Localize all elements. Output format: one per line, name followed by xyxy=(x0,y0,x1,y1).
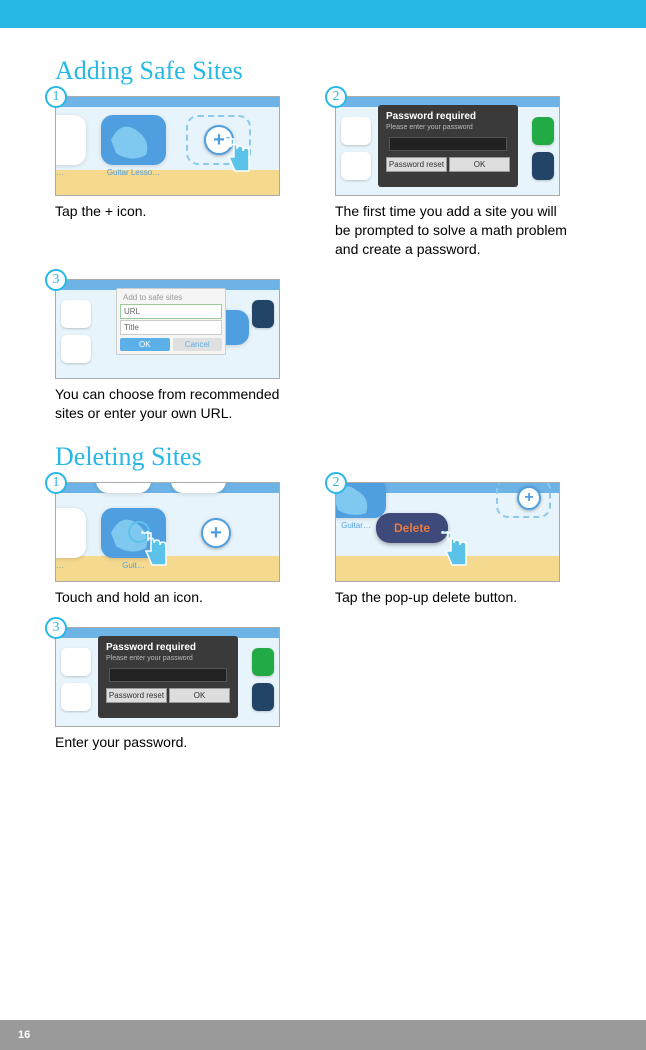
page-content: Adding Safe Sites 1 sso… Guitar Lesso… + xyxy=(0,28,646,752)
dialog-cancel-btn: Cancel xyxy=(173,338,223,351)
modal-subtitle: Please enter your password xyxy=(382,124,477,135)
step-caption: You can choose from recom­mended sites o… xyxy=(55,385,290,423)
step-badge: 1 xyxy=(45,86,67,108)
title-field: Title xyxy=(120,320,222,335)
adding-step-2: 2 Password required Please enter your pa… xyxy=(335,96,585,259)
url-field: URL xyxy=(120,304,222,319)
btn-ok: OK xyxy=(449,157,510,172)
step-badge: 2 xyxy=(325,86,347,108)
step-caption: Tap the + icon. xyxy=(55,202,290,221)
step-caption: Touch and hold an icon. xyxy=(55,588,290,607)
deleting-row-2: 3 Password required Please enter your pa… xyxy=(55,627,591,752)
password-input xyxy=(389,137,508,151)
hand-icon xyxy=(214,137,254,177)
page-number: 16 xyxy=(18,1029,30,1041)
deleting-row-1: 1 sso… Guit… + Touch and hold an icon. xyxy=(55,482,591,607)
thumb-del-1: sso… Guit… + xyxy=(55,482,280,582)
deleting-step-1: 1 sso… Guit… + Touch and hold an icon. xyxy=(55,482,305,607)
bubble-label: sso… xyxy=(55,561,64,570)
modal-subtitle: Please enter your password xyxy=(102,655,197,666)
password-input xyxy=(109,668,228,682)
step-caption: Tap the pop-up delete button. xyxy=(335,588,570,607)
page-footer: 16 xyxy=(0,1020,646,1050)
hand-icon xyxy=(431,531,471,571)
thumb-del-2: Guitar… + Delete xyxy=(335,482,560,582)
step-badge: 3 xyxy=(45,269,67,291)
add-site-dialog: Add to safe sites URL Title OK Cancel xyxy=(116,288,226,355)
password-modal: Password required Please enter your pass… xyxy=(378,105,518,187)
step-caption: The first time you add a site you will b… xyxy=(335,202,570,259)
thumb-add-1: sso… Guitar Lesso… + xyxy=(55,96,280,196)
deleting-step-2: 2 Guitar… + Delete Tap the pop-up delete… xyxy=(335,482,585,607)
step-caption: Enter your password. xyxy=(55,733,290,752)
dialog-title: Add to safe sites xyxy=(120,292,222,303)
password-modal: Password required Please enter your pass… xyxy=(98,636,238,718)
hand-icon xyxy=(131,531,171,571)
thumb-del-3: Password required Please enter your pass… xyxy=(55,627,280,727)
deleting-step-3: 3 Password required Please enter your pa… xyxy=(55,627,305,752)
thumb-add-2: Password required Please enter your pass… xyxy=(335,96,560,196)
btn-reset: Password reset xyxy=(106,688,167,703)
section-title-deleting: Deleting Sites xyxy=(55,442,591,472)
bubble-label: Guitar… xyxy=(341,521,371,530)
adding-row-2: 3 Add to safe sites URL Title OK Cancel … xyxy=(55,279,591,423)
bubble-label: Guitar Lesso… xyxy=(107,168,160,177)
top-header-bar xyxy=(0,0,646,28)
section-title-adding: Adding Safe Sites xyxy=(55,56,591,86)
modal-title: Password required xyxy=(102,640,200,655)
modal-title: Password required xyxy=(382,109,480,124)
adding-step-3: 3 Add to safe sites URL Title OK Cancel … xyxy=(55,279,305,423)
adding-step-1: 1 sso… Guitar Lesso… + Tap the + icon. xyxy=(55,96,305,259)
dialog-ok-btn: OK xyxy=(120,338,170,351)
adding-row-1: 1 sso… Guitar Lesso… + Tap the + icon. xyxy=(55,96,591,259)
btn-ok: OK xyxy=(169,688,230,703)
bubble-label: sso… xyxy=(55,168,64,177)
thumb-add-3: Add to safe sites URL Title OK Cancel xyxy=(55,279,280,379)
btn-reset: Password reset xyxy=(386,157,447,172)
